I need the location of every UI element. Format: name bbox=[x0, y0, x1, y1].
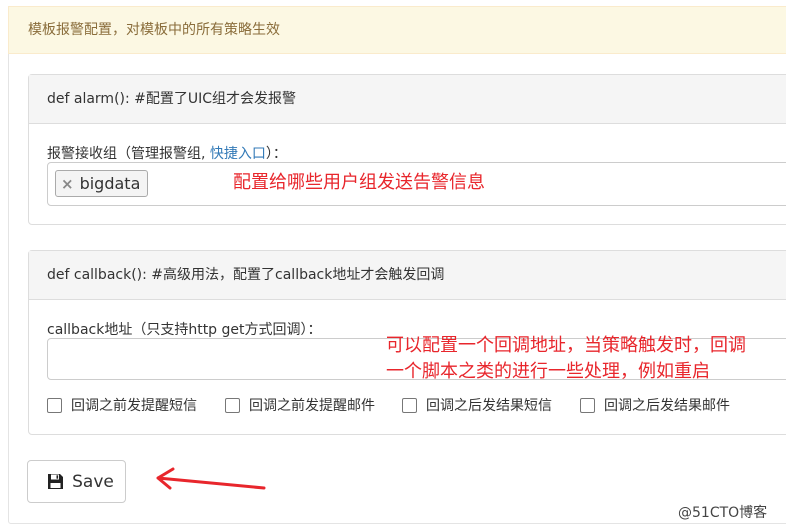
arrow-annotation-icon bbox=[156, 467, 266, 490]
watermark: @51CTO博客 bbox=[678, 505, 768, 521]
